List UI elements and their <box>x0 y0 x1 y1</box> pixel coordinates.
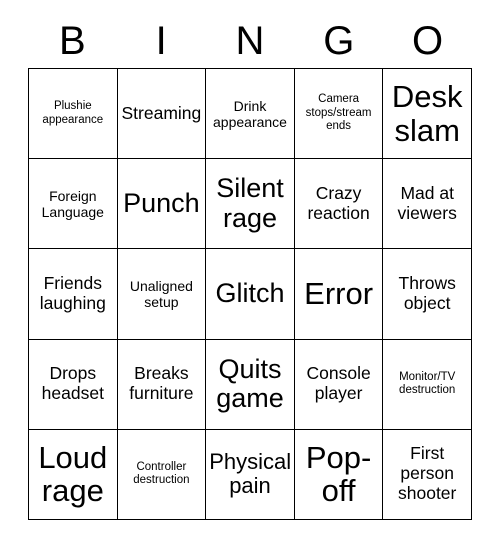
bingo-cell-r4-c4[interactable]: Console player <box>294 339 384 430</box>
bingo-cell-label: Crazy reaction <box>307 182 370 223</box>
bingo-cell-r5-c2[interactable]: Controller destruction <box>117 429 207 520</box>
bingo-cell-label: Console player <box>306 363 371 404</box>
bingo-cell-label: Controller destruction <box>133 460 190 487</box>
bingo-cell-r3-c3[interactable]: Glitch <box>206 249 295 340</box>
bingo-cell-label: Pop-off <box>305 439 372 509</box>
bingo-cell-r1-c3[interactable]: Drink appearance <box>206 69 295 160</box>
bingo-cell-r1-c4[interactable]: Camera stops/stream ends <box>294 69 384 160</box>
bingo-cell-r4-c5[interactable]: Monitor/TV destruction <box>383 339 472 430</box>
bingo-cell-label: Glitch <box>215 278 285 309</box>
bingo-cell-label: Camera stops/stream ends <box>305 93 372 133</box>
bingo-header-letter-n: N <box>235 19 265 63</box>
bingo-header-letter-o: O <box>412 19 444 63</box>
bingo-cell-label: Loud rage <box>38 439 108 509</box>
bingo-cell-r5-c5[interactable]: First person shooter <box>383 429 472 520</box>
bingo-grid: Plushie appearance Streaming Drink appeara… <box>28 68 472 520</box>
bingo-header-letter-i: I <box>155 19 167 63</box>
bingo-cell-r1-c5[interactable]: Desk slam <box>383 69 472 160</box>
bingo-cell-r5-c3[interactable]: Physical pain <box>206 429 295 520</box>
bingo-cell-label: First person shooter <box>398 443 457 504</box>
bingo-header: B I N G O <box>28 14 472 68</box>
bingo-cell-r1-c1[interactable]: Plushie appearance <box>29 69 118 160</box>
bingo-cell-label: Punch <box>123 187 200 218</box>
bingo-cell-r1-c2[interactable]: Streaming <box>117 69 207 160</box>
bingo-cell-r3-c1[interactable]: Friends laughing <box>29 249 118 340</box>
bingo-cell-label: Streaming <box>121 102 202 123</box>
bingo-cell-r2-c2[interactable]: Punch <box>117 159 207 250</box>
bingo-cell-label: Desk slam <box>391 79 463 148</box>
bingo-cell-r2-c3[interactable]: Silent rage <box>206 159 295 250</box>
bingo-cell-r2-c4[interactable]: Crazy reaction <box>294 159 384 250</box>
bingo-cell-label: Monitor/TV destruction <box>399 370 456 397</box>
bingo-header-letter-b: B <box>59 19 86 63</box>
bingo-cell-label: Physical pain <box>209 448 292 499</box>
bingo-cell-label: Quits game <box>216 353 284 414</box>
bingo-cell-label: Drops headset <box>41 363 104 404</box>
bingo-cell-label: Foreign Language <box>41 187 104 220</box>
bingo-cell-r3-c2[interactable]: Unaligned setup <box>117 249 207 340</box>
bingo-cell-label: Breaks furniture <box>129 363 194 404</box>
bingo-cell-label: Mad at viewers <box>397 182 457 223</box>
bingo-cell-r4-c1[interactable]: Drops headset <box>29 339 118 430</box>
bingo-cell-r2-c5[interactable]: Mad at viewers <box>383 159 472 250</box>
bingo-cell-r4-c3[interactable]: Quits game <box>206 339 295 430</box>
bingo-cell-r2-c1[interactable]: Foreign Language <box>29 159 118 250</box>
bingo-cell-r3-c5[interactable]: Throws object <box>383 249 472 340</box>
bingo-cell-label: Error <box>304 276 374 312</box>
bingo-cell-r5-c4[interactable]: Pop-off <box>294 429 384 520</box>
bingo-cell-r5-c1[interactable]: Loud rage <box>29 429 118 520</box>
bingo-cell-r3-c4[interactable]: Error <box>294 249 384 340</box>
bingo-cell-label: Plushie appearance <box>42 100 104 126</box>
bingo-cell-label: Unaligned setup <box>129 277 193 310</box>
bingo-cell-label: Silent rage <box>216 173 284 233</box>
bingo-header-letter-g: G <box>323 19 355 63</box>
bingo-cell-r4-c2[interactable]: Breaks furniture <box>117 339 207 430</box>
bingo-cell-label: Friends laughing <box>39 273 106 313</box>
bingo-card: B I N G O Plushie appearance Streaming Dri… <box>0 0 500 544</box>
bingo-cell-label: Drink appearance <box>213 97 287 130</box>
bingo-cell-label: Throws object <box>398 273 456 313</box>
